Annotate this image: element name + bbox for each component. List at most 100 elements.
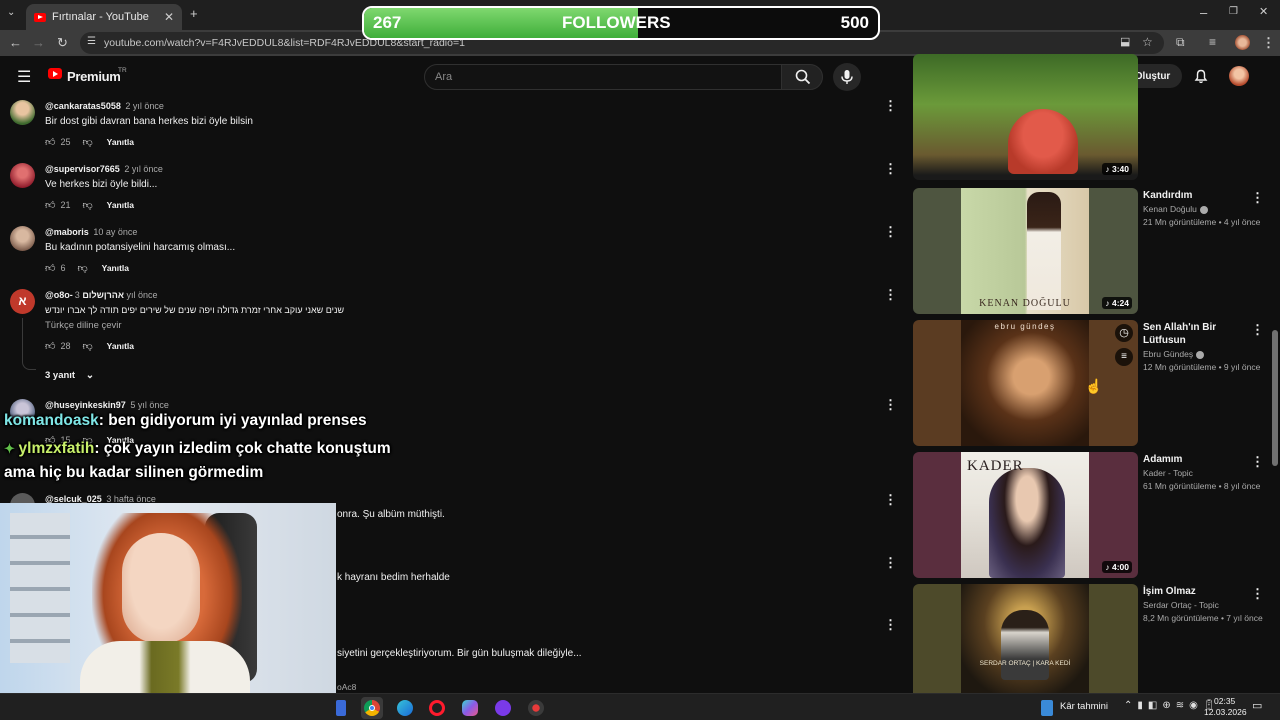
sidebar-video-card[interactable]: ♪ 3:40	[913, 54, 1253, 180]
video-thumbnail[interactable]: SERDAR ORTAÇ | KARA KEDİ	[913, 584, 1138, 693]
comment-menu-icon[interactable]: ⋮	[884, 287, 897, 303]
edge-icon[interactable]	[397, 700, 413, 716]
logo-text[interactable]: Premium	[67, 69, 121, 84]
watch-later-icon[interactable]: ◷	[1115, 324, 1133, 342]
video-thumbnail[interactable]: KENAN DOĞULU ♪ 4:24	[913, 188, 1138, 314]
hamburger-menu-icon[interactable]: ☰	[17, 67, 31, 87]
reload-icon[interactable]: ↻	[57, 36, 68, 49]
video-title[interactable]: Sen Allah'ın Bir Lütfusun	[1143, 321, 1233, 347]
channel-name[interactable]: Serdar Ortaç - Topic	[1143, 600, 1219, 610]
tab-search-icon[interactable]: ⌄	[7, 8, 15, 18]
reply-button[interactable]: Yanıtla	[107, 200, 134, 210]
video-title[interactable]: İşim Olmaz	[1143, 585, 1233, 598]
sidebar-video-card[interactable]: SERDAR ORTAÇ | KARA KEDİ İşim Olmaz Serd…	[913, 584, 1264, 693]
app-icon[interactable]	[528, 700, 544, 716]
install-app-icon[interactable]: ⬓	[1120, 37, 1130, 48]
like-icon[interactable]: 👍︎	[45, 136, 55, 148]
new-tab-button[interactable]: +	[190, 7, 198, 20]
follower-current: 267	[373, 13, 402, 32]
comment-author[interactable]: @huseyinkeskin97	[45, 400, 126, 410]
minimize-icon[interactable]: –	[1200, 6, 1207, 19]
reply-button[interactable]: Yanıtla	[107, 341, 134, 351]
commenter-avatar[interactable]: א	[10, 289, 35, 314]
extensions-icon[interactable]: ⧉	[1176, 36, 1185, 48]
opera-icon[interactable]	[429, 700, 445, 716]
comment-author[interactable]: @o8o-אהרןשלום	[45, 290, 124, 300]
like-icon[interactable]: 👍︎	[45, 199, 55, 211]
video-menu-icon[interactable]: ⋮	[1251, 322, 1264, 338]
commenter-avatar[interactable]	[10, 226, 35, 251]
chat-text: ama hiç bu kadar silinen görmedim	[4, 464, 264, 481]
video-title[interactable]: Adamım	[1143, 453, 1233, 466]
comment-time[interactable]: 5 yıl önce	[130, 400, 169, 410]
dislike-icon[interactable]: 👎︎	[82, 340, 92, 352]
channel-name[interactable]: Kader - Topic	[1143, 468, 1193, 478]
window-close-icon[interactable]: ✕	[1259, 7, 1268, 18]
weather-text[interactable]: Kâr tahmini	[1060, 701, 1108, 712]
add-to-queue-icon[interactable]: ≡	[1115, 348, 1133, 366]
search-button[interactable]	[781, 64, 823, 90]
microphone-icon	[841, 70, 853, 84]
restore-icon[interactable]: ❐	[1229, 7, 1238, 17]
profile-avatar[interactable]	[1235, 35, 1250, 50]
replies-toggle[interactable]: 3 yanıt ⌄	[45, 370, 94, 381]
video-thumbnail[interactable]: KADER ♪ 4:00	[913, 452, 1138, 578]
browser-menu-icon[interactable]: ⋮	[1262, 36, 1275, 49]
comment-author[interactable]: @supervisor7665	[45, 164, 120, 174]
channel-name[interactable]: Kenan Doğulu	[1143, 204, 1208, 214]
channel-name[interactable]: Ebru Gündeş	[1143, 349, 1205, 359]
translate-link[interactable]: Türkçe diline çevir	[45, 320, 122, 331]
comment-author[interactable]: @cankaratas5058	[45, 101, 121, 111]
dislike-icon[interactable]: 👎︎	[77, 262, 87, 274]
youtube-logo-icon[interactable]	[48, 68, 62, 79]
comment-menu-icon[interactable]: ⋮	[884, 98, 897, 114]
comment-menu-icon[interactable]: ⋮	[884, 555, 897, 571]
sidebar-video-card[interactable]: ebru gündeş ◷ ≡ ☝ Sen Allah'ın Bir Lütfu…	[913, 320, 1264, 446]
video-menu-icon[interactable]: ⋮	[1251, 190, 1264, 206]
video-thumbnail[interactable]: ebru gündeş ◷ ≡ ☝	[913, 320, 1138, 446]
video-menu-icon[interactable]: ⋮	[1251, 586, 1264, 602]
clock-date[interactable]: 12.03.2026	[1204, 707, 1247, 717]
bookmark-star-icon[interactable]: ☆	[1142, 36, 1153, 48]
commenter-avatar[interactable]	[10, 163, 35, 188]
comment-menu-icon[interactable]: ⋮	[884, 397, 897, 413]
comment-menu-icon[interactable]: ⋮	[884, 161, 897, 177]
site-info-icon[interactable]: ☰	[87, 37, 96, 47]
video-title[interactable]: Kandırdım	[1143, 189, 1233, 202]
file-explorer-icon[interactable]	[336, 700, 346, 716]
copilot-icon[interactable]	[462, 700, 478, 716]
notifications-icon[interactable]: ▭	[1252, 699, 1262, 712]
voice-search-button[interactable]	[833, 63, 861, 91]
comment-menu-icon[interactable]: ⋮	[884, 224, 897, 240]
dislike-icon[interactable]: 👎︎	[82, 199, 92, 211]
comment-author[interactable]: @maboris	[45, 227, 89, 237]
video-thumbnail[interactable]: ♪ 3:40	[913, 54, 1138, 180]
windows-taskbar: Kâr tahmini ⌃▮◧⊕≋◉🔋︎ 02:35 12.03.2026 ▭	[0, 693, 1280, 720]
comment-time[interactable]: 2 yıl önce	[125, 101, 164, 111]
back-icon[interactable]: ←	[9, 36, 22, 49]
reading-list-icon[interactable]: ≡	[1209, 36, 1216, 48]
comment-text-partial: onra. Şu albüm müthişti.	[337, 509, 445, 520]
sidebar-video-card[interactable]: KENAN DOĞULU ♪ 4:24 Kandırdım Kenan Doğu…	[913, 188, 1264, 314]
search-input[interactable]: Ara	[424, 64, 782, 90]
like-icon[interactable]: 👍︎	[45, 262, 55, 274]
tab-close-icon[interactable]: ✕	[164, 10, 174, 24]
like-icon[interactable]: 👍︎	[45, 340, 55, 352]
browser-tab[interactable]: Fırtınalar - YouTube ✕	[26, 4, 182, 30]
sidebar-video-card[interactable]: KADER ♪ 4:00 Adamım Kader - Topic 61 Mn …	[913, 452, 1264, 578]
dislike-icon[interactable]: 👎︎	[82, 136, 92, 148]
comment-time[interactable]: 2 yıl önce	[124, 164, 163, 174]
reply-button[interactable]: Yanıtla	[107, 137, 134, 147]
page-scrollbar-thumb[interactable]	[1272, 330, 1278, 466]
comment-menu-icon[interactable]: ⋮	[884, 617, 897, 633]
commenter-avatar[interactable]	[10, 100, 35, 125]
reply-button[interactable]: Yanıtla	[102, 263, 129, 273]
comment-time[interactable]: 10 ay önce	[93, 227, 137, 237]
comment-menu-icon[interactable]: ⋮	[884, 492, 897, 508]
video-menu-icon[interactable]: ⋮	[1251, 454, 1264, 470]
forward-icon[interactable]: →	[32, 36, 45, 49]
clock-time[interactable]: 02:35	[1214, 696, 1235, 706]
weather-icon[interactable]	[1041, 700, 1053, 716]
chrome-icon[interactable]	[361, 697, 383, 719]
obs-icon[interactable]	[495, 700, 511, 716]
